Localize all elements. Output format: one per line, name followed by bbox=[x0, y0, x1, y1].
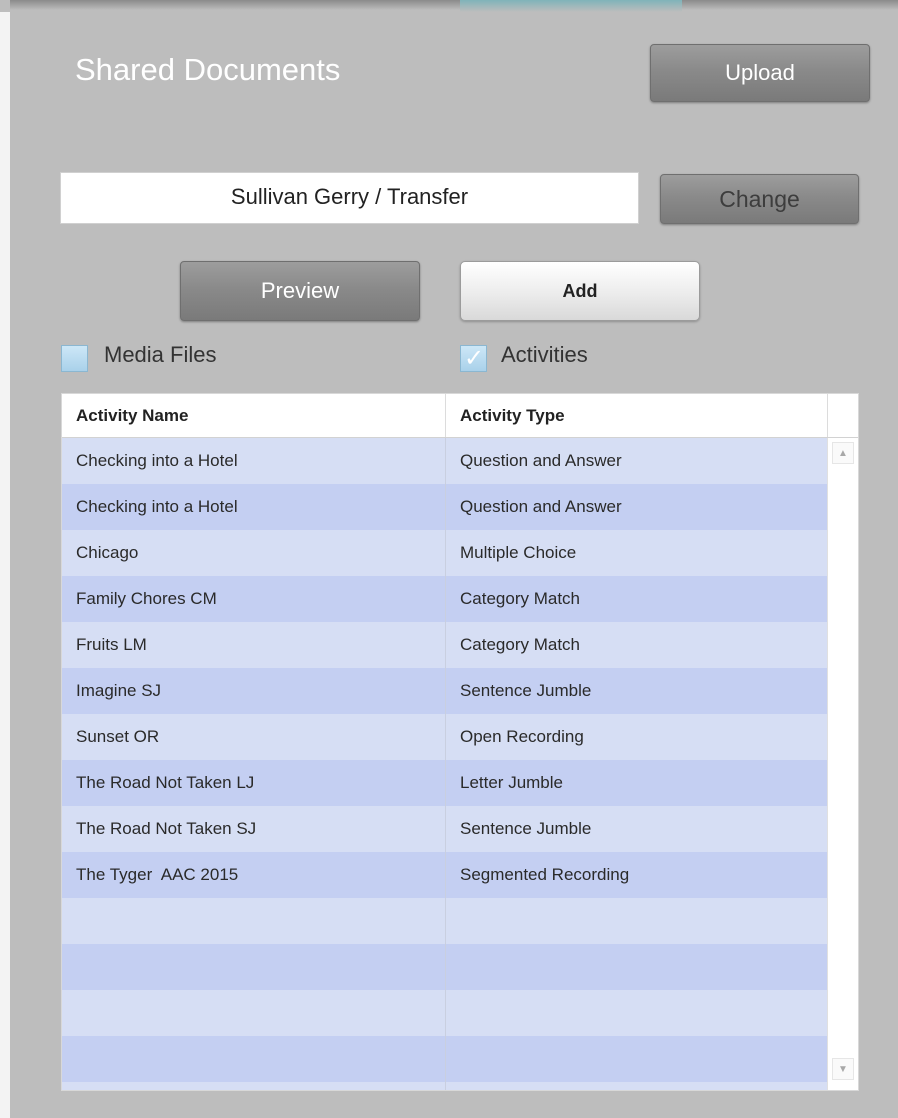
cell-activity-type: Question and Answer bbox=[460, 497, 622, 516]
cell-activity-name: Checking into a Hotel bbox=[76, 497, 238, 516]
table-header: Activity Name Activity Type bbox=[62, 394, 858, 438]
scroll-up-arrow-icon[interactable]: ▲ bbox=[832, 442, 854, 464]
cell-activity-type: Category Match bbox=[460, 635, 580, 654]
cell-activity-name: Chicago bbox=[76, 543, 139, 562]
media-files-label[interactable]: Media Files bbox=[104, 342, 216, 368]
cell-activity-name: Imagine SJ bbox=[76, 681, 162, 700]
scroll-down-arrow-icon[interactable]: ▼ bbox=[832, 1058, 854, 1080]
media-files-checkbox[interactable] bbox=[61, 345, 88, 372]
upload-button[interactable]: Upload bbox=[650, 44, 870, 102]
tab-strip-shade bbox=[10, 0, 898, 10]
cell-activity-type: Category Match bbox=[460, 589, 580, 608]
column-header-activity-type[interactable]: Activity Type bbox=[446, 394, 828, 437]
change-folder-button[interactable]: Change bbox=[660, 174, 859, 224]
cell-activity-name: Family Chores CM bbox=[76, 589, 217, 608]
cell-activity-type: Sentence Jumble bbox=[460, 681, 592, 700]
cell-activity-name: Checking into a Hotel bbox=[76, 451, 238, 470]
cell-activity-type: Open Recording bbox=[460, 727, 584, 746]
header-corner bbox=[828, 394, 858, 437]
cell-activity-type: Segmented Recording bbox=[460, 865, 630, 884]
active-tab-indicator[interactable] bbox=[460, 0, 682, 12]
activities-label[interactable]: Activities bbox=[501, 342, 588, 368]
checkmark-icon: ✓ bbox=[464, 344, 485, 372]
folder-path-field: Sullivan Gerry / Transfer bbox=[60, 172, 639, 224]
cell-activity-type: Multiple Choice bbox=[460, 543, 577, 562]
cell-activity-name: The Tyger AAC 2015 bbox=[76, 865, 239, 884]
top-tab-strip bbox=[0, 0, 898, 12]
cell-activity-type: Sentence Jumble bbox=[460, 819, 592, 838]
cell-activity-name: The Road Not Taken SJ bbox=[76, 819, 257, 838]
cell-activity-type: Question and Answer bbox=[460, 451, 622, 470]
activities-table: Activity Name Activity Type Checking int… bbox=[61, 393, 859, 1091]
column-header-activity-name[interactable]: Activity Name bbox=[62, 394, 446, 437]
add-button[interactable]: Add bbox=[460, 261, 700, 321]
cell-activity-name: The Road Not Taken LJ bbox=[76, 773, 255, 792]
activities-checkbox[interactable]: ✓ bbox=[460, 344, 487, 372]
cell-activity-type: Letter Jumble bbox=[460, 773, 563, 792]
window-edge bbox=[0, 0, 10, 1118]
column-divider bbox=[445, 438, 446, 1090]
cell-activity-name: Sunset OR bbox=[76, 727, 160, 746]
cell-activity-name: Fruits LM bbox=[76, 635, 147, 654]
page-title: Shared Documents bbox=[75, 52, 341, 87]
vertical-scrollbar[interactable]: ▲ ▼ bbox=[827, 438, 858, 1090]
preview-button[interactable]: Preview bbox=[180, 261, 420, 321]
